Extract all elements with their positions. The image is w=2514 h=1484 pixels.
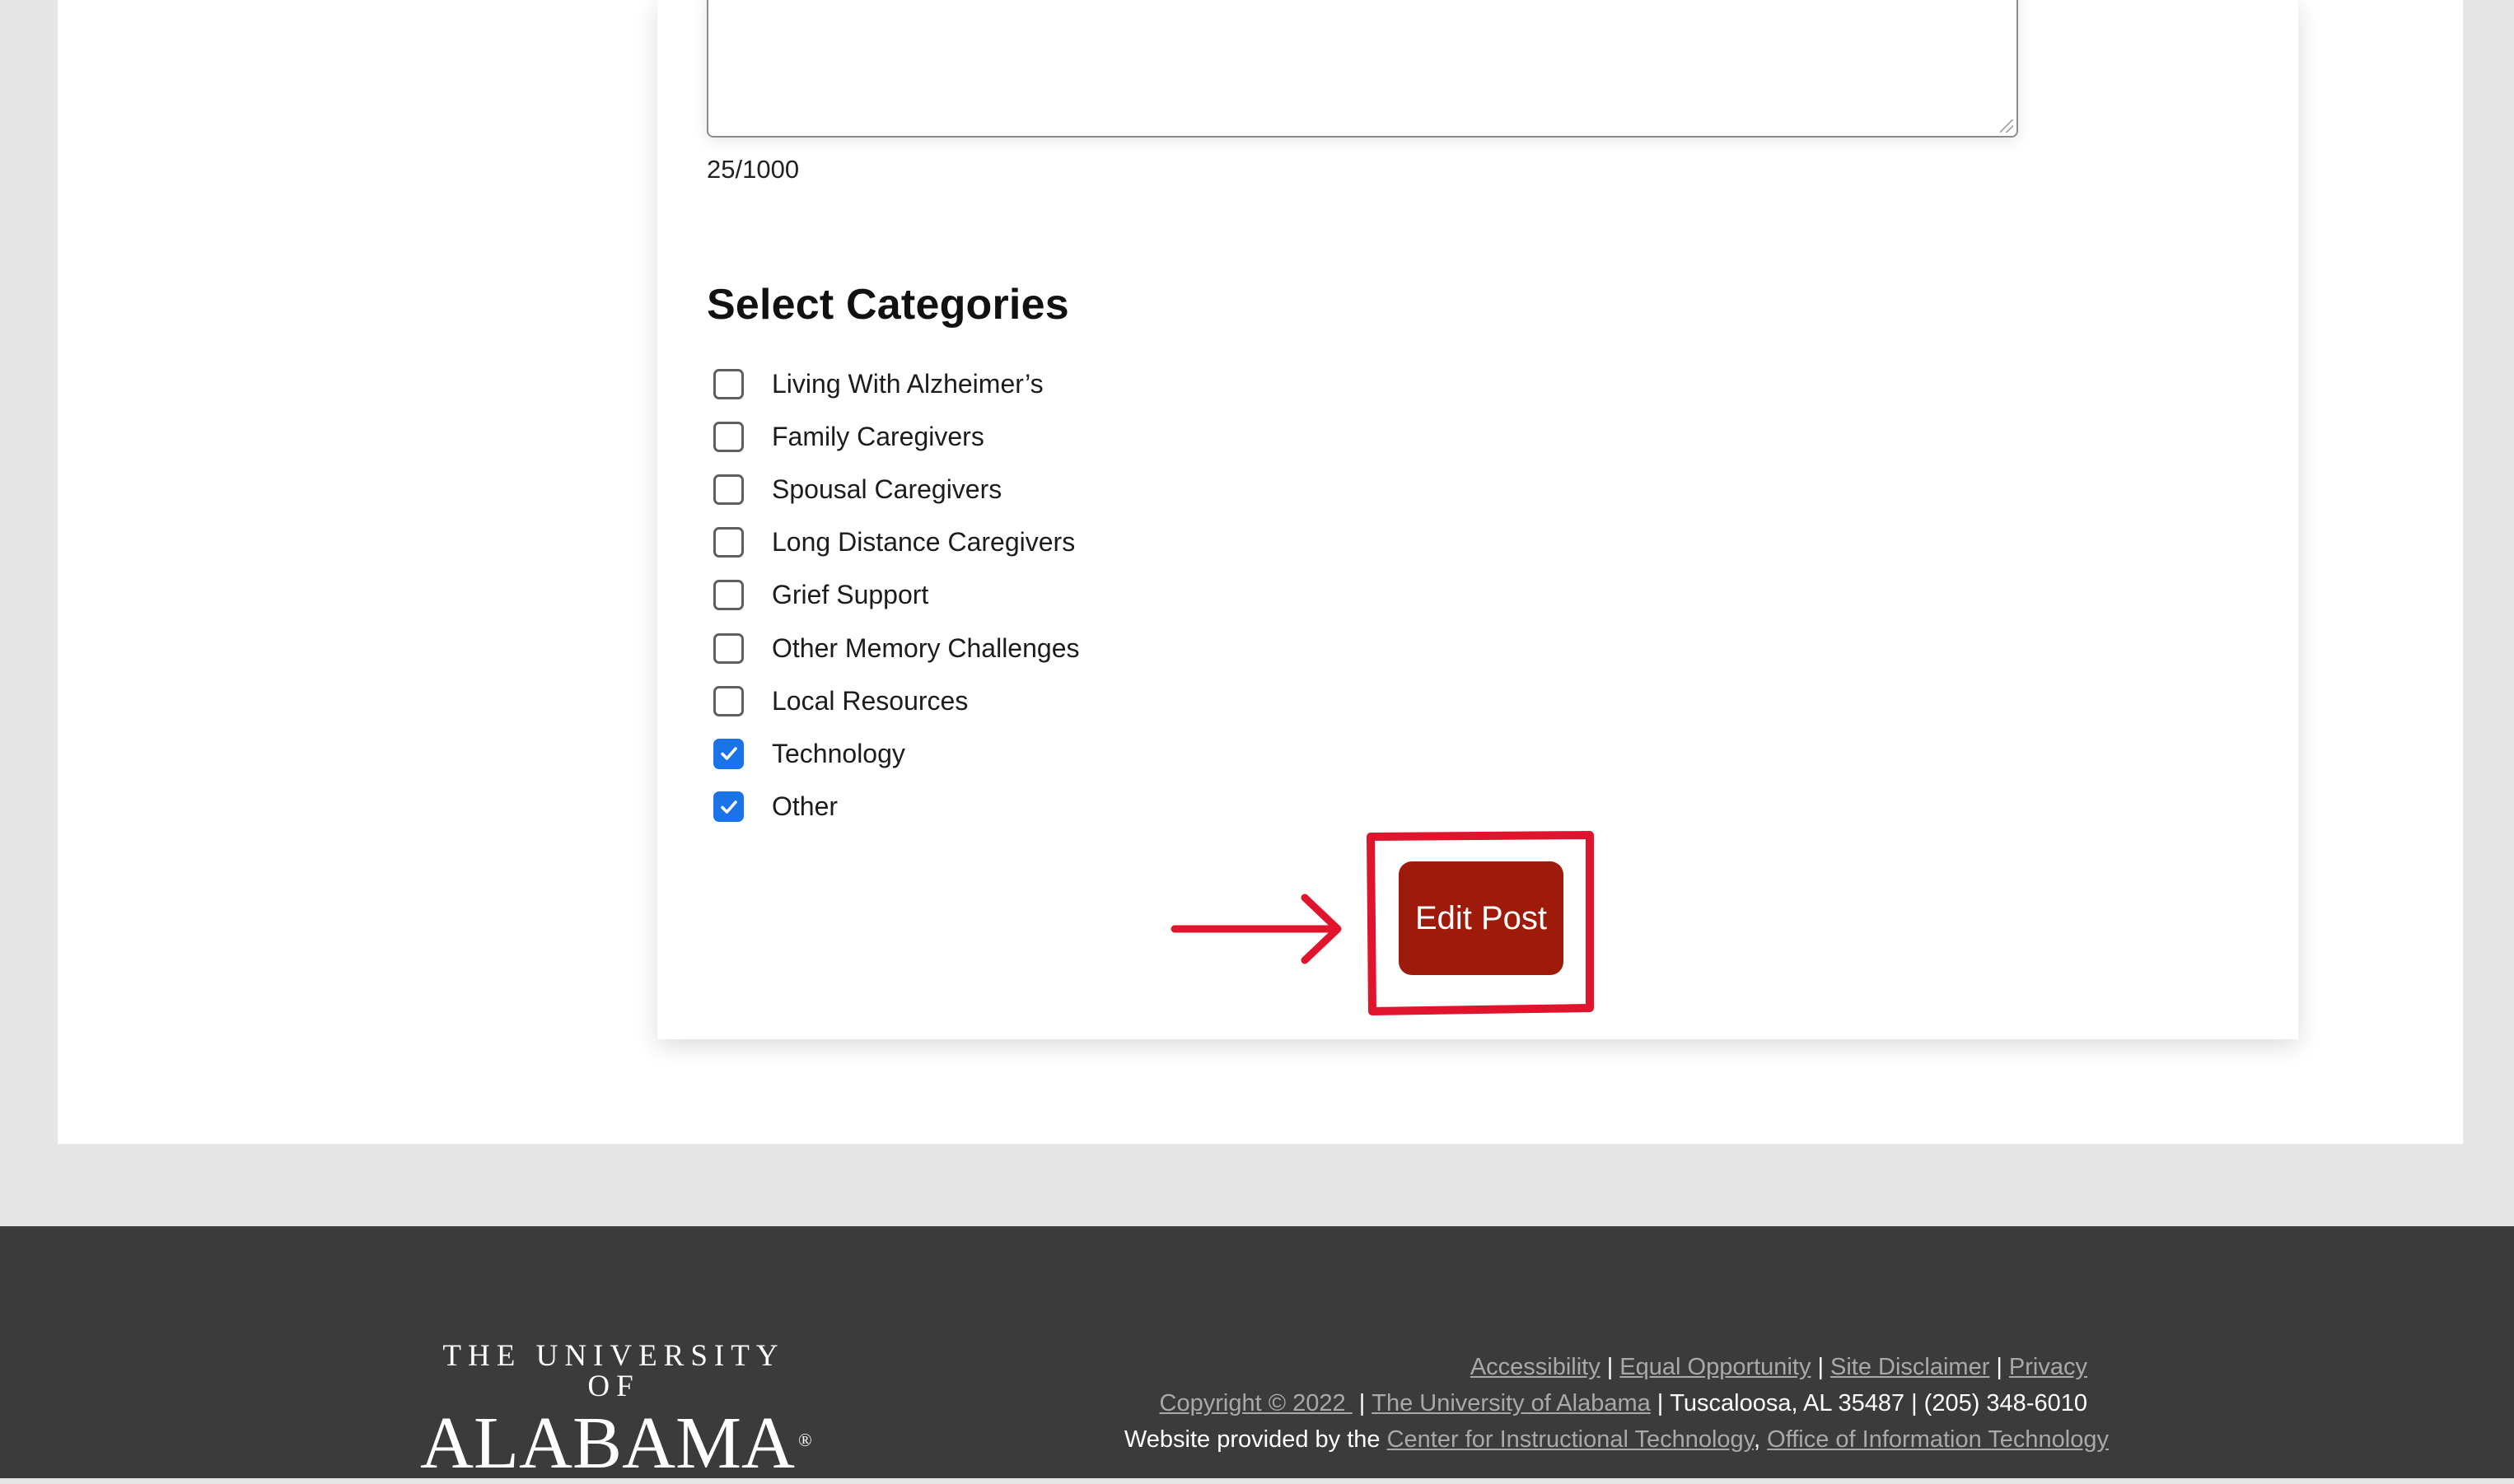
footer-line-1: Accessibility | Equal Opportunity | Site Dis…: [1124, 1349, 2087, 1385]
category-checkbox[interactable]: [713, 632, 744, 664]
category-item[interactable]: Living With Alzheimer’s: [713, 357, 1079, 410]
privacy-link[interactable]: Privacy: [2009, 1354, 2087, 1380]
category-item[interactable]: Local Resources: [713, 674, 1079, 727]
phone-text: (205) 348-6010: [1923, 1390, 2087, 1416]
logo-wordmark: ALABAMA ®: [420, 1402, 812, 1484]
category-checkbox[interactable]: [713, 791, 744, 823]
category-label: Technology: [772, 738, 905, 768]
categories-title: Select Categories: [707, 281, 1069, 329]
separator: |: [1606, 1354, 1614, 1380]
category-checkbox[interactable]: [713, 685, 744, 716]
category-label: Long Distance Caregivers: [772, 527, 1076, 558]
category-item[interactable]: Spousal Caregivers: [713, 463, 1079, 516]
separator: |: [1996, 1354, 2002, 1380]
footer-line-3: Website provided by the Center for Instr…: [1124, 1421, 2109, 1458]
category-item[interactable]: Long Distance Caregivers: [713, 516, 1079, 569]
category-label: Family Caregivers: [772, 421, 984, 451]
university-logo[interactable]: THE UNIVERSITY OF ALABAMA ®: [420, 1339, 812, 1484]
university-link[interactable]: The University of Alabama: [1371, 1390, 1650, 1416]
category-label: Grief Support: [772, 580, 929, 610]
site-disclaimer-link[interactable]: Site Disclaimer: [1830, 1354, 1989, 1380]
checkmark-icon: [720, 800, 737, 814]
category-item[interactable]: Grief Support: [713, 569, 1079, 622]
category-checkbox[interactable]: [713, 527, 744, 558]
post-body-textarea[interactable]: [707, 0, 2018, 138]
comma: ,: [1754, 1426, 1761, 1453]
category-label: Other: [772, 791, 839, 822]
logo-top-text: THE UNIVERSITY OF: [442, 1339, 785, 1403]
category-list: Living With Alzheimer’s Family Caregiver…: [713, 357, 1079, 833]
registered-mark: ®: [798, 1430, 812, 1450]
category-checkbox[interactable]: [713, 474, 744, 505]
category-label: Living With Alzheimer’s: [772, 368, 1044, 399]
category-checkbox[interactable]: [713, 421, 744, 452]
arrow-right-icon: [1171, 894, 1342, 964]
category-item[interactable]: Family Caregivers: [713, 410, 1079, 463]
character-count: 25/1000: [707, 155, 800, 184]
oit-link[interactable]: Office of Information Technology: [1767, 1426, 2109, 1453]
equal-opportunity-link[interactable]: Equal Opportunity: [1619, 1354, 1811, 1380]
separator: |: [1358, 1390, 1366, 1416]
accessibility-link[interactable]: Accessibility: [1470, 1354, 1600, 1380]
footer-links: Accessibility | Equal Opportunity | Site Dis…: [1124, 1349, 2109, 1458]
category-label: Spousal Caregivers: [772, 474, 1002, 504]
separator: |: [1657, 1390, 1664, 1416]
edit-post-button[interactable]: Edit Post: [1399, 861, 1563, 975]
cit-link[interactable]: Center for Instructional Technology: [1387, 1426, 1754, 1453]
resize-grip-icon[interactable]: [2000, 119, 2013, 133]
logo-main-text: ALABAMA: [420, 1402, 796, 1484]
category-checkbox[interactable]: [713, 738, 744, 769]
checkmark-icon: [720, 747, 737, 761]
category-checkbox[interactable]: [713, 368, 744, 399]
category-item[interactable]: Other: [713, 781, 1079, 833]
category-item[interactable]: Other Memory Challenges: [713, 622, 1079, 674]
separator: |: [1911, 1390, 1918, 1416]
category-label: Local Resources: [772, 685, 969, 716]
provided-by-text: Website provided by the: [1124, 1426, 1381, 1453]
category-label: Other Memory Challenges: [772, 632, 1080, 663]
copyright-link[interactable]: Copyright © 2022: [1160, 1390, 1353, 1416]
category-checkbox[interactable]: [713, 580, 744, 611]
category-item[interactable]: Technology: [713, 727, 1079, 780]
address-text: Tuscaloosa, AL 35487: [1670, 1390, 1905, 1416]
footer-line-2: Copyright © 2022 | The University of Alab…: [1124, 1385, 2087, 1421]
separator: |: [1817, 1354, 1824, 1380]
